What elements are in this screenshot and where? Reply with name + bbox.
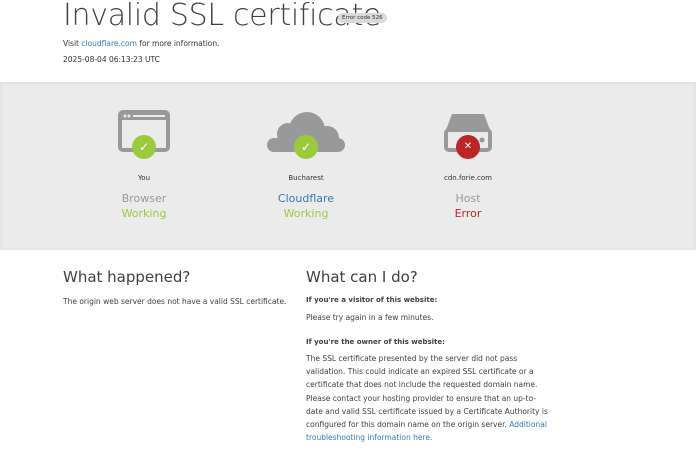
visit-suffix: for more information. bbox=[136, 39, 220, 48]
check-icon: ✓ bbox=[132, 135, 156, 159]
visit-line: Visit cloudflare.com for more informatio… bbox=[63, 39, 220, 48]
state-label: Working bbox=[121, 207, 167, 220]
state-label: Error bbox=[454, 207, 482, 220]
visit-prefix: Visit bbox=[63, 39, 82, 48]
visitor-body: Please try again in a few minutes. bbox=[306, 313, 434, 322]
cloudflare-link[interactable]: cloudflare.com bbox=[81, 39, 137, 48]
location-label: Bucharest bbox=[288, 174, 324, 182]
page-title: Invalid SSL certificate bbox=[63, 0, 382, 33]
owner-label: If you're the owner of this website: bbox=[306, 338, 445, 346]
role-label: Cloudflare bbox=[277, 192, 335, 205]
check-icon: ✓ bbox=[294, 135, 318, 159]
visitor-label: If you're a visitor of this website: bbox=[306, 296, 438, 304]
location-label: cdn.forie.com bbox=[443, 174, 492, 182]
what-happened-body: The origin web server does not have a va… bbox=[63, 297, 287, 306]
state-label: Working bbox=[283, 207, 329, 220]
role-label: Host bbox=[455, 192, 481, 205]
what-can-i-do-heading: What can I do? bbox=[306, 268, 418, 286]
owner-body: The SSL certificate presented by the ser… bbox=[306, 352, 552, 444]
role-label: Browser bbox=[121, 192, 167, 205]
what-happened-heading: What happened? bbox=[63, 268, 191, 286]
owner-body-text: The SSL certificate presented by the ser… bbox=[306, 354, 548, 430]
timestamp: 2025-08-04 06:13:23 UTC bbox=[63, 55, 160, 64]
x-icon: ✕ bbox=[456, 135, 480, 159]
location-label: You bbox=[137, 174, 151, 182]
error-code-badge: Error code 526 bbox=[338, 13, 387, 23]
status-band: ✓ You Browser Working ✓ Bucharest Cloudf… bbox=[0, 82, 696, 250]
